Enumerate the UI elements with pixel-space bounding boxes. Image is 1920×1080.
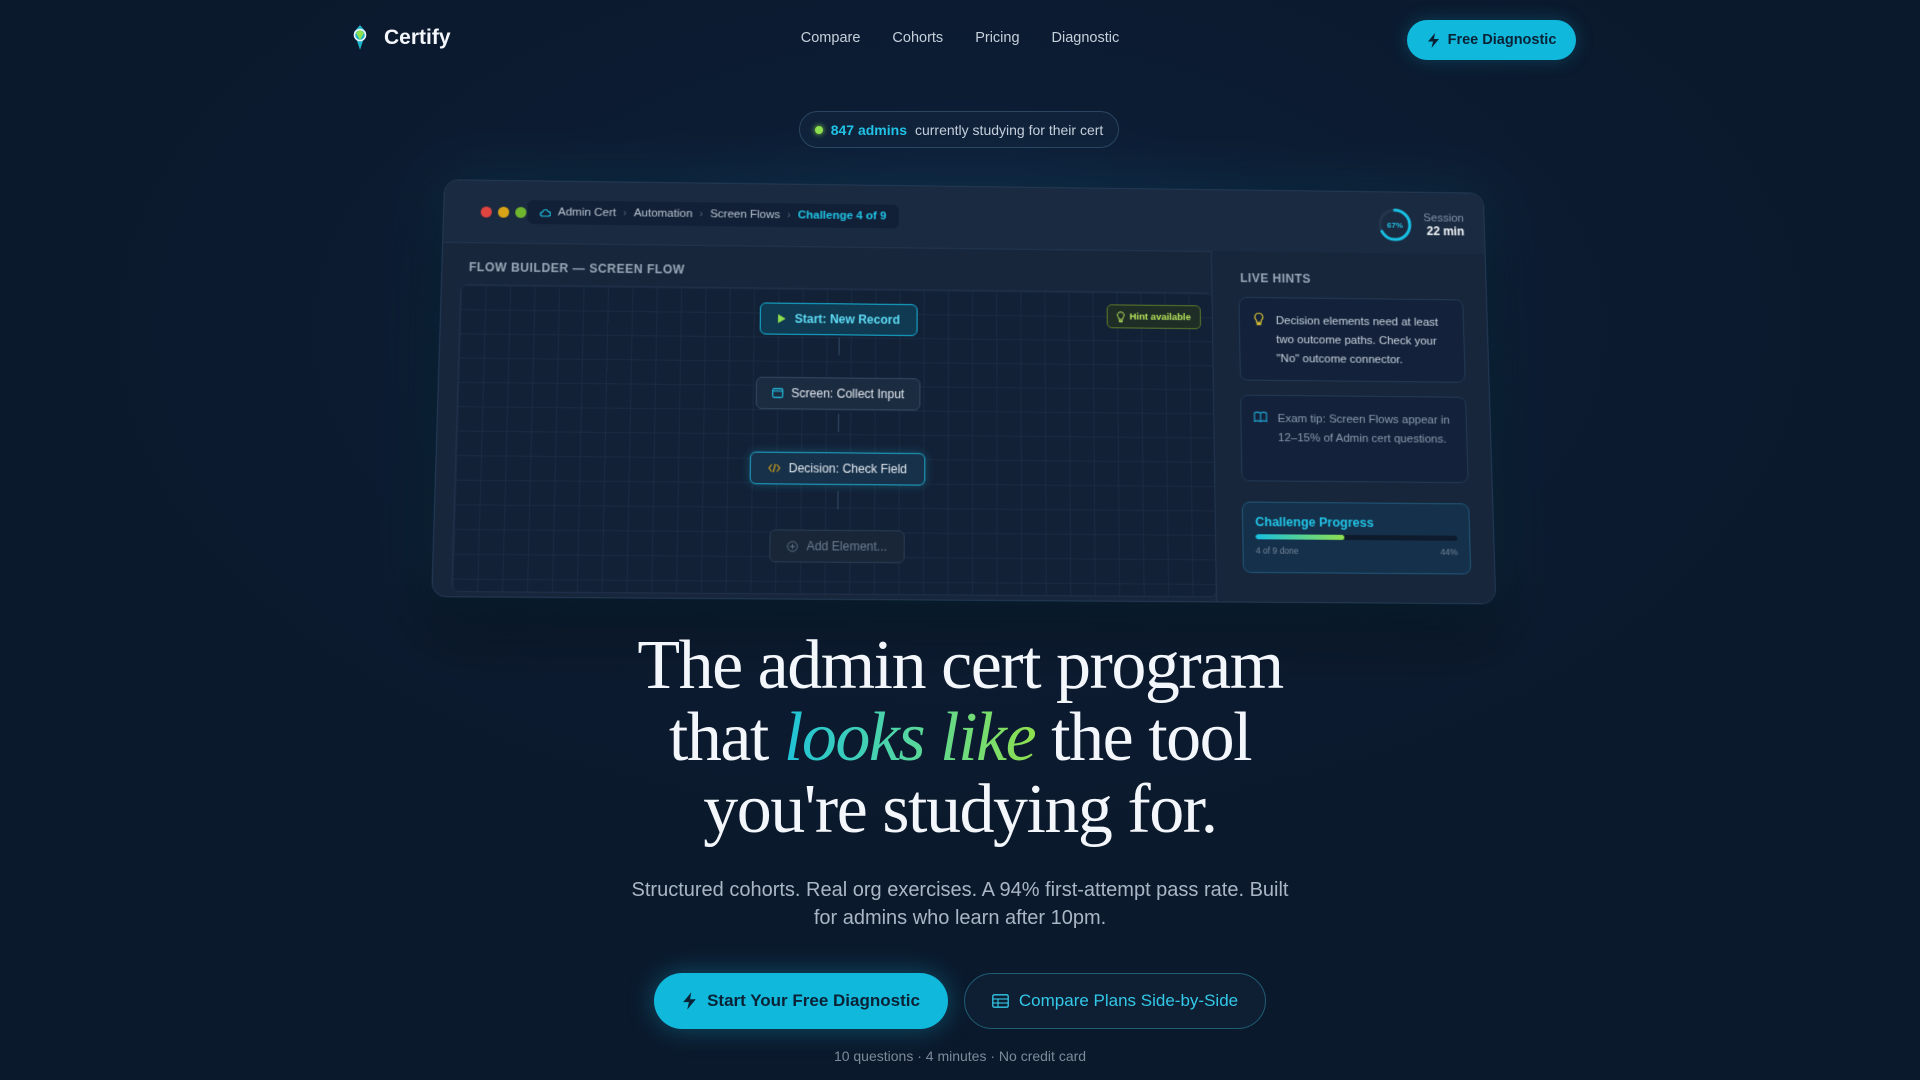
status-text: currently studying for their cert (914, 121, 1104, 138)
breadcrumb-screen-flows[interactable]: Screen Flows (710, 208, 780, 221)
breadcrumb-automation[interactable]: Automation (634, 207, 693, 220)
node-add-label: Add Element... (806, 538, 888, 554)
hint-badge-label: Hint available (1129, 311, 1191, 323)
live-hints-title: LIVE HINTS (1240, 271, 1312, 286)
hero-line-3: you're studying for. (703, 771, 1218, 848)
add-element-button[interactable]: Add Element... (769, 529, 905, 564)
start-free-diagnostic-button[interactable]: Start Your Free Diagnostic (654, 973, 948, 1029)
challenge-progress-card: Challenge Progress 4 of 9 done 44% (1241, 501, 1472, 575)
minimize-dot (497, 206, 510, 218)
live-hints-panel: LIVE HINTS Decision elements need at lea… (1210, 251, 1497, 604)
hero-line-2-post: the tool (1035, 699, 1252, 776)
free-diagnostic-button[interactable]: Free Diagnostic (1407, 20, 1576, 60)
cloud-icon (540, 208, 551, 217)
nav-link-compare[interactable]: Compare (801, 30, 861, 46)
session-ring-label: 67% (1386, 220, 1404, 230)
flow-connector (837, 413, 840, 433)
top-nav: Certify Compare Cohorts Pricing Diagnost… (0, 0, 1920, 80)
node-decision-label: Decision: Check Field (788, 461, 908, 477)
close-dot (480, 206, 493, 218)
maximize-dot (515, 206, 527, 218)
decision-icon (768, 463, 780, 473)
session-timer: 67% Session 22 min (1376, 206, 1465, 244)
challenge-progress-percent: 44% (1440, 546, 1458, 558)
challenge-progress-track (1255, 534, 1458, 541)
lightbulb-icon (1252, 312, 1266, 326)
window-titlebar: Admin Cert › Automation › Screen Flows ›… (443, 180, 1485, 256)
chevron-right-icon: › (787, 209, 791, 221)
flow-connector (838, 337, 840, 356)
session-value: 22 min (1426, 224, 1465, 239)
screen-icon (772, 388, 783, 398)
hero-line-1: The admin cert program (637, 627, 1284, 704)
flow-builder-title: FLOW BUILDER — SCREEN FLOW (468, 260, 685, 277)
play-icon (778, 314, 787, 324)
hero-headline: The admin cert program that looks like t… (0, 630, 1920, 846)
start-free-diagnostic-label: Start Your Free Diagnostic (707, 991, 920, 1010)
live-status-pill: 847 admins currently studying for their … (799, 111, 1119, 148)
challenge-progress-fill (1255, 534, 1345, 540)
hint-text-exam-tip: Exam tip: Screen Flows appear in 12–15% … (1277, 412, 1450, 446)
plus-circle-icon (787, 540, 798, 551)
session-label: Session (1423, 212, 1465, 225)
challenge-progress-meta: 4 of 9 done 44% (1256, 545, 1458, 557)
flow-node-start[interactable]: Start: New Record (759, 302, 918, 337)
nav-links: Compare Cohorts Pricing Diagnostic (0, 30, 1920, 46)
compare-plans-button[interactable]: Compare Plans Side-by-Side (964, 973, 1266, 1029)
window-controls (480, 206, 527, 218)
flow-node-decision[interactable]: Decision: Check Field (749, 451, 926, 486)
chevron-right-icon: › (623, 207, 627, 219)
hint-card-decision: Decision elements need at least two outc… (1238, 296, 1466, 383)
challenge-progress-title: Challenge Progress (1255, 514, 1374, 530)
flow-connector (837, 491, 839, 510)
app-window: Admin Cert › Automation › Screen Flows ›… (431, 179, 1497, 605)
cta-footnote: 10 questions · 4 minutes · No credit car… (833, 1048, 1087, 1064)
bolt-icon (1427, 32, 1439, 48)
node-start-label: Start: New Record (794, 311, 900, 327)
chevron-right-icon: › (699, 208, 704, 220)
hint-available-badge[interactable]: Hint available (1106, 304, 1202, 330)
breadcrumb-admin-cert[interactable]: Admin Cert (558, 206, 617, 219)
hero-subtitle: Structured cohorts. Real org exercises. … (631, 879, 1289, 929)
compare-plans-label: Compare Plans Side-by-Side (1018, 991, 1239, 1010)
nav-link-cohorts[interactable]: Cohorts (892, 30, 943, 46)
free-diagnostic-label: Free Diagnostic (1447, 32, 1557, 48)
hint-text-decision: Decision elements need at least two outc… (1275, 315, 1439, 367)
flow-canvas[interactable]: Hint available Start: New Record Screen:… (451, 284, 1218, 598)
session-progress-ring: 67% (1376, 206, 1415, 244)
nav-link-diagnostic[interactable]: Diagnostic (1052, 30, 1120, 46)
status-count: 847 admins (830, 121, 907, 138)
breadcrumb: Admin Cert › Automation › Screen Flows ›… (527, 200, 899, 229)
session-text: Session 22 min (1423, 212, 1464, 238)
hero-line-2-pre: that (668, 699, 784, 776)
bolt-icon (683, 992, 696, 1010)
lightbulb-icon (1116, 311, 1124, 322)
hint-card-exam-tip: Exam tip: Screen Flows appear in 12–15% … (1240, 394, 1469, 484)
hero-cta-row: Start Your Free Diagnostic Compare Plans… (0, 973, 1920, 1029)
hero-accent: looks like (783, 699, 1037, 776)
live-dot (814, 125, 823, 134)
breadcrumb-challenge: Challenge 4 of 9 (797, 209, 887, 223)
product-preview: Admin Cert › Automation › Screen Flows ›… (431, 179, 1497, 605)
flow-node-screen[interactable]: Screen: Collect Input (755, 376, 921, 411)
node-screen-label: Screen: Collect Input (791, 386, 905, 402)
challenge-progress-done: 4 of 9 done (1255, 545, 1299, 556)
book-icon (1253, 410, 1267, 424)
table-icon (992, 994, 1009, 1008)
hero-line-2: that looks like the tool (0, 702, 1920, 774)
nav-link-pricing[interactable]: Pricing (975, 30, 1019, 46)
